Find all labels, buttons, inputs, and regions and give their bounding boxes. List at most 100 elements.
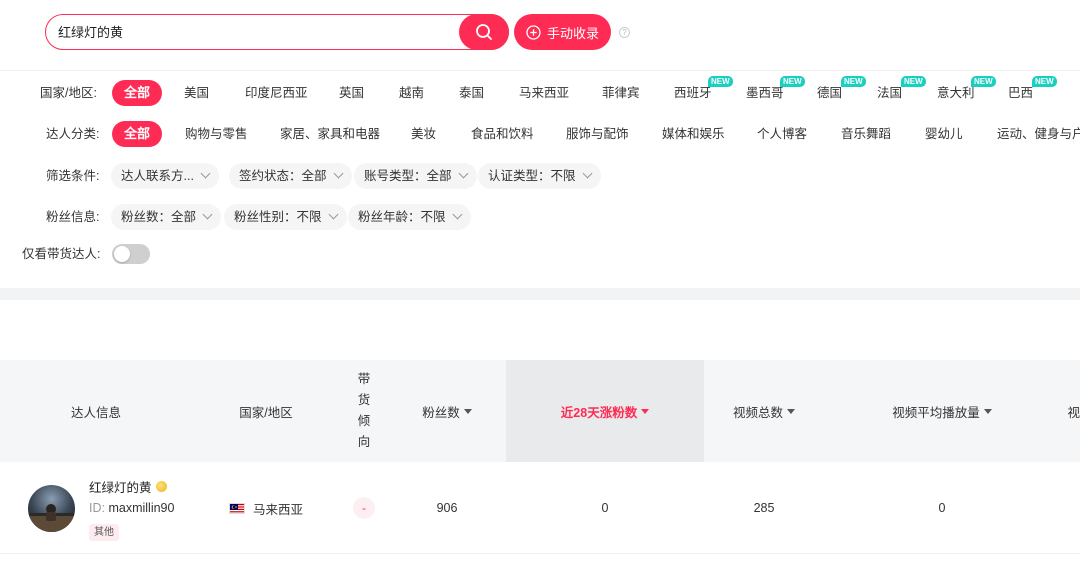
creator-id: ID: maxmillin90 — [89, 501, 174, 515]
col-header-videos[interactable]: 视频总数 — [704, 360, 824, 462]
category-option-media[interactable]: 媒体和娱乐 — [662, 119, 725, 149]
creator-id-prefix: ID: — [89, 501, 105, 515]
country-cell-text: 马来西亚 — [252, 502, 303, 517]
country-option-vietnam[interactable]: 越南 — [399, 78, 424, 108]
videos-cell: 285 — [753, 501, 775, 515]
fans-cell: 906 — [436, 501, 458, 515]
category-option-blog[interactable]: 个人博客 — [757, 119, 807, 149]
category-option-music[interactable]: 音乐舞蹈 — [841, 119, 891, 149]
category-option-baby[interactable]: 婴幼儿 — [925, 119, 963, 149]
category-option-food[interactable]: 食品和饮料 — [471, 119, 534, 149]
creator-name[interactable]: 红绿灯的黄 — [89, 477, 167, 496]
chevron-down-icon — [200, 168, 211, 179]
search-button[interactable] — [459, 13, 509, 50]
country-option-indonesia[interactable]: 印度尼西亚 — [245, 78, 308, 108]
manual-collect-button[interactable]: 手动收录 — [514, 14, 611, 50]
contact-dropdown[interactable]: 达人联系方... — [111, 163, 219, 189]
conditions-filter-row: 筛选条件: 达人联系方... 签约状态：全部 账号类型：全部 认证类型：不限 — [0, 161, 1080, 191]
fans-filter-label: 粉丝信息: — [46, 210, 100, 224]
col-header-avg-play-label: 视频平均播放量 — [892, 405, 980, 420]
country-option-france[interactable]: 法国 NEW — [877, 76, 926, 108]
creator-name-text: 红绿灯的黄 — [89, 481, 152, 495]
country-option-philippines[interactable]: 菲律宾 — [602, 78, 640, 108]
verify-type-dropdown[interactable]: 认证类型：不限 — [478, 163, 601, 189]
country-filter-label: 国家/地区: — [40, 86, 97, 100]
avatar[interactable] — [28, 485, 75, 532]
country-option-us[interactable]: 美国 — [184, 78, 209, 108]
country-option-malaysia[interactable]: 马来西亚 — [519, 78, 569, 108]
col-header-info: 达人信息 — [70, 405, 121, 420]
chevron-down-icon — [333, 168, 343, 179]
verify-type-dropdown-label: 认证类型：不限 — [488, 169, 576, 183]
chevron-down-icon — [452, 209, 462, 220]
country-option-spain[interactable]: 西班牙 NEW — [674, 76, 733, 108]
new-badge: NEW — [841, 76, 866, 87]
account-type-dropdown-label: 账号类型：全部 — [364, 169, 452, 183]
country-option-brazil-label: 巴西 — [1008, 86, 1034, 100]
country-option-germany[interactable]: 德国 NEW — [817, 76, 866, 108]
country-option-mexico-label: 墨西哥 — [746, 86, 784, 100]
toggle-knob — [114, 246, 130, 262]
fans-count-dropdown-label: 粉丝数：全部 — [121, 210, 197, 224]
new-badge: NEW — [901, 76, 926, 87]
col-header-avg-play[interactable]: 视频平均播放量 — [824, 360, 1060, 462]
new-badge: NEW — [780, 76, 805, 87]
col-header-tendency-char: 向 — [357, 435, 371, 449]
conditions-filter-label: 筛选条件: — [46, 169, 100, 183]
search-icon — [476, 23, 492, 40]
country-cell: 马来西亚 — [192, 462, 340, 554]
col-header-tendency-char: 带 — [357, 372, 371, 386]
category-filter-row: 达人分类: 全部 购物与零售 家居、家具和电器 美妆 食品和饮料 服饰与配饰 媒… — [0, 119, 1080, 149]
fans-age-dropdown-label: 粉丝年龄：不限 — [358, 210, 446, 224]
fans-count-dropdown[interactable]: 粉丝数：全部 — [111, 204, 222, 230]
category-all-chip[interactable]: 全部 — [112, 121, 162, 147]
search-box — [45, 13, 509, 50]
tendency-cell: - — [340, 462, 388, 554]
country-option-italy-label: 意大利 — [937, 86, 975, 100]
growth28-cell: 0 — [601, 501, 609, 515]
category-option-apparel[interactable]: 服饰与配饰 — [566, 119, 629, 149]
table-row[interactable]: 红绿灯的黄 ID: maxmillin90 其他 马来西亚 - 906 0 28… — [0, 462, 1080, 554]
category-option-beauty[interactable]: 美妆 — [411, 119, 436, 149]
chevron-down-icon — [328, 209, 338, 220]
country-option-thailand[interactable]: 泰国 — [459, 78, 484, 108]
plus-circle-icon — [526, 24, 541, 40]
fans-age-dropdown[interactable]: 粉丝年龄：不限 — [348, 204, 471, 230]
country-option-brazil[interactable]: 巴西 NEW — [1008, 76, 1057, 108]
col-header-tendency-char: 货 — [357, 393, 371, 407]
avg-play-cell: 0 — [938, 501, 946, 515]
tendency-badge: - — [353, 497, 375, 519]
category-tag: 其他 — [89, 524, 119, 541]
category-option-shopping[interactable]: 购物与零售 — [185, 119, 248, 149]
col-header-fans[interactable]: 粉丝数 — [388, 360, 506, 462]
col-header-tendency: 带 货 倾 向 — [340, 360, 388, 462]
table-header: 达人信息 国家/地区 带 货 倾 向 粉丝数 近28天涨粉数 视频总数 视频平均… — [0, 360, 1080, 462]
country-option-mexico[interactable]: 墨西哥 NEW — [746, 76, 805, 108]
new-badge: NEW — [708, 76, 733, 87]
fans-gender-dropdown[interactable]: 粉丝性别：不限 — [224, 204, 347, 230]
country-option-germany-label: 德国 — [817, 86, 843, 100]
col-header-more[interactable]: 视 — [1060, 360, 1080, 462]
country-option-uk[interactable]: 英国 — [339, 78, 364, 108]
chevron-down-icon — [458, 168, 468, 179]
country-all-chip[interactable]: 全部 — [112, 80, 162, 106]
sign-status-dropdown[interactable]: 签约状态：全部 — [229, 163, 352, 189]
only-seller-toggle[interactable] — [112, 244, 150, 264]
account-type-dropdown[interactable]: 账号类型：全部 — [354, 163, 477, 189]
category-option-sports[interactable]: 运动、健身与户 — [997, 119, 1080, 149]
country-option-italy[interactable]: 意大利 NEW — [937, 76, 996, 108]
col-header-fans-label: 粉丝数 — [422, 405, 460, 420]
country-filter-row: 国家/地区: 全部 美国 印度尼西亚 英国 越南 泰国 马来西亚 菲律宾 西班牙… — [0, 76, 1080, 108]
coin-icon — [155, 481, 167, 492]
malaysia-flag-icon — [228, 502, 245, 514]
new-badge: NEW — [1032, 76, 1057, 87]
help-icon[interactable]: ? — [619, 27, 630, 38]
manual-collect-label: 手动收录 — [546, 25, 599, 41]
fans-gender-dropdown-label: 粉丝性别：不限 — [234, 210, 322, 224]
col-header-growth28[interactable]: 近28天涨粉数 — [506, 360, 704, 462]
category-option-home[interactable]: 家居、家具和电器 — [280, 119, 380, 149]
new-badge: NEW — [971, 76, 996, 87]
search-input[interactable] — [58, 15, 438, 48]
sort-caret-icon — [641, 408, 650, 414]
divider — [0, 70, 1080, 71]
